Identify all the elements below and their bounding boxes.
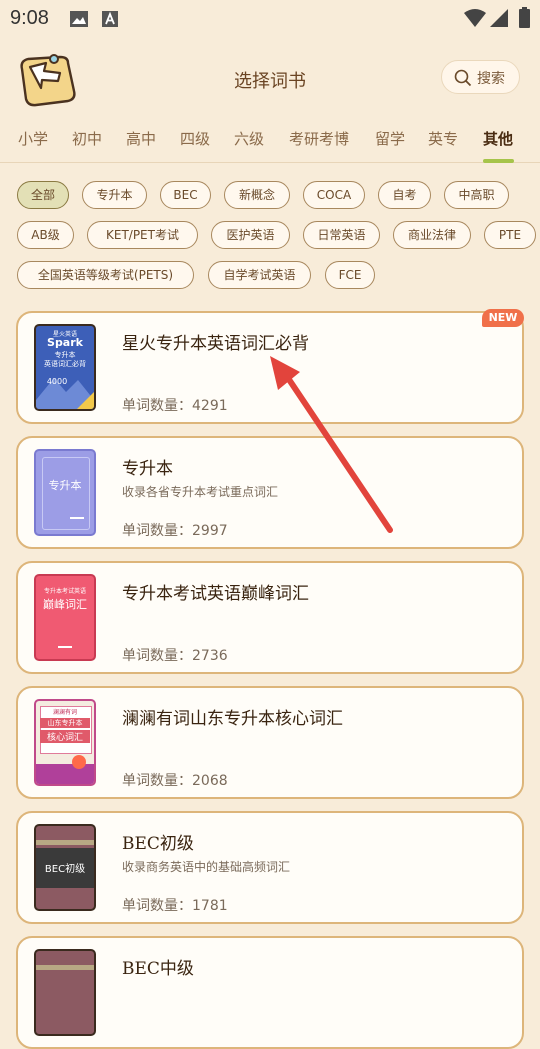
category-tabs: 小学 初中 高中 四级 六级 考研考博 留学 英专 其他: [0, 118, 540, 163]
signal-icon: [490, 9, 508, 27]
filter-chip[interactable]: 中高职: [444, 181, 509, 209]
tab-junior[interactable]: 初中: [72, 128, 102, 149]
search-label: 搜索: [477, 71, 505, 87]
filter-chip[interactable]: 自考: [378, 181, 431, 209]
book-card[interactable]: 专升本考试英语 巅峰词汇 专升本考试英语巅峰词汇 单词数量：2736: [16, 561, 524, 674]
filter-chip-all[interactable]: 全部: [17, 181, 69, 209]
filter-chip[interactable]: 日常英语: [303, 221, 380, 249]
book-description: 收录各省专升本考试重点词汇: [122, 485, 279, 499]
word-count: 单词数量：2736: [122, 648, 228, 664]
filter-chip[interactable]: 新概念: [224, 181, 290, 209]
book-title: BEC初级: [122, 834, 194, 854]
book-cover: [34, 949, 96, 1036]
new-badge: NEW: [482, 309, 524, 327]
word-count: 单词数量：2068: [122, 773, 228, 789]
book-cover: 澜澜有词 山东专升本 核心词汇: [34, 699, 96, 786]
word-count: 单词数量：2997: [122, 523, 228, 539]
tab-cet6[interactable]: 六级: [234, 128, 264, 149]
book-card[interactable]: 澜澜有词 山东专升本 核心词汇 澜澜有词山东专升本核心词汇 单词数量：2068: [16, 686, 524, 799]
filter-chip[interactable]: BEC: [160, 181, 211, 209]
filter-chip[interactable]: COCA: [303, 181, 365, 209]
wifi-icon: [464, 9, 486, 27]
battery-icon: [519, 7, 530, 28]
font-a-icon: [102, 11, 118, 27]
book-cover: 专升本: [34, 449, 96, 536]
book-title: 专升本考试英语巅峰词汇: [122, 584, 309, 604]
cover-mountain-icon: [36, 378, 94, 409]
book-cover: BEC初级: [34, 824, 96, 911]
book-description: 收录商务英语中的基础高频词汇: [122, 860, 291, 874]
search-icon: [454, 69, 472, 87]
book-title: BEC中级: [122, 959, 194, 979]
active-tab-indicator: [483, 159, 514, 163]
filter-chip[interactable]: 商业法律: [393, 221, 471, 249]
filter-chip[interactable]: 医护英语: [211, 221, 290, 249]
filter-chip[interactable]: AB级: [17, 221, 74, 249]
tab-other[interactable]: 其他: [483, 128, 513, 149]
filter-chip[interactable]: 专升本: [82, 181, 147, 209]
book-card[interactable]: BEC中级: [16, 936, 524, 1049]
search-button[interactable]: 搜索: [441, 60, 520, 94]
book-card[interactable]: BEC初级 BEC初级 收录商务英语中的基础高频词汇 单词数量：1781: [16, 811, 524, 924]
book-card[interactable]: 星火英语 Spark 专升本 英语词汇必背 4000 星火专升本英语词汇必背 单…: [16, 309, 524, 424]
word-count: 单词数量：4291: [122, 398, 228, 414]
book-cover: 专升本考试英语 巅峰词汇: [34, 574, 96, 661]
filter-chip[interactable]: PTE: [484, 221, 536, 249]
filter-chip[interactable]: 自学考试英语: [208, 261, 311, 289]
book-card[interactable]: 专升本 专升本 收录各省专升本考试重点词汇 单词数量：2997: [16, 436, 524, 549]
status-time: 9:08: [10, 7, 49, 29]
book-title: 澜澜有词山东专升本核心词汇: [122, 709, 343, 729]
book-title: 星火专升本英语词汇必背: [122, 334, 309, 354]
header: 选择词书 搜索: [0, 45, 540, 115]
status-bar: 9:08: [0, 0, 540, 38]
book-cover: 星火英语 Spark 专升本 英语词汇必背 4000: [34, 324, 96, 411]
tab-abroad[interactable]: 留学: [375, 128, 405, 149]
tab-postgrad[interactable]: 考研考博: [289, 128, 349, 149]
tab-cet4[interactable]: 四级: [180, 128, 210, 149]
tab-senior[interactable]: 高中: [126, 128, 156, 149]
tab-primary[interactable]: 小学: [18, 128, 48, 149]
tab-english-major[interactable]: 英专: [428, 128, 458, 149]
filter-chip[interactable]: KET/PET考试: [87, 221, 198, 249]
filter-chip[interactable]: FCE: [325, 261, 375, 289]
gallery-icon: [70, 11, 88, 27]
book-title: 专升本: [122, 459, 173, 479]
filter-chip[interactable]: 全国英语等级考试(PETS): [17, 261, 194, 289]
word-count: 单词数量：1781: [122, 898, 228, 914]
